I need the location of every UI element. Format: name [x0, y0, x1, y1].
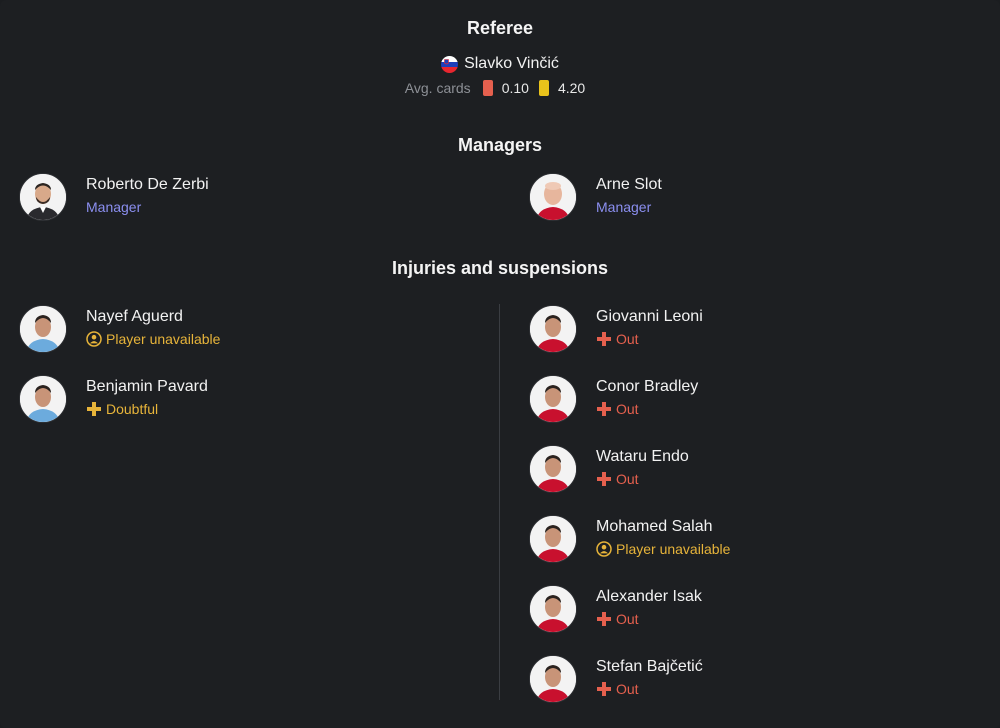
player-status: Out — [596, 680, 703, 698]
player-avatar — [19, 375, 67, 423]
out-cross-icon — [596, 681, 612, 697]
home-injury-row[interactable]: Nayef Aguerd Player unavailable — [19, 305, 220, 353]
referee-name: Slavko Vinčić — [464, 55, 559, 72]
player-avatar — [529, 305, 577, 353]
manager-home[interactable]: Roberto De Zerbi Manager — [19, 173, 209, 221]
referee-heading: Referee — [466, 18, 534, 38]
red-card-icon — [482, 80, 493, 96]
player-status: Player unavailable — [596, 540, 730, 558]
player-status-label: Player unavailable — [616, 541, 731, 557]
manager-home-name: Roberto De Zerbi — [86, 176, 209, 193]
away-injury-row[interactable]: Giovanni Leoni Out — [529, 305, 703, 353]
player-status-label: Out — [616, 471, 639, 487]
managers-heading: Managers — [457, 135, 543, 155]
player-name: Giovanni Leoni — [596, 308, 703, 325]
player-status: Doubtful — [86, 400, 208, 418]
player-status: Out — [596, 610, 702, 628]
player-avatar — [19, 305, 67, 353]
player-status: Out — [596, 400, 698, 418]
out-cross-icon — [596, 611, 612, 627]
away-injury-row[interactable]: Mohamed Salah Player unavailable — [529, 515, 730, 563]
player-status: Player unavailable — [86, 330, 220, 348]
player-status-label: Out — [616, 681, 639, 697]
yellow-card-icon — [538, 80, 549, 96]
player-name: Alexander Isak — [596, 588, 702, 605]
away-injury-row[interactable]: Alexander Isak Out — [529, 585, 702, 633]
home-injury-row[interactable]: Benjamin Pavard Doubtful — [19, 375, 208, 423]
player-avatar — [529, 515, 577, 563]
slovenia-flag-icon — [441, 55, 459, 73]
referee-row[interactable]: Slavko Vinčić — [0, 55, 1000, 73]
red-cards-value: 0.10 — [501, 80, 529, 96]
player-avatar — [529, 585, 577, 633]
player-status-label: Out — [616, 401, 639, 417]
doubtful-cross-icon — [86, 401, 102, 417]
player-avatar — [529, 375, 577, 423]
manager-away[interactable]: Arne Slot Manager — [529, 173, 662, 221]
player-status-label: Out — [616, 331, 639, 347]
player-avatar — [529, 445, 577, 493]
player-status-label: Player unavailable — [106, 331, 221, 347]
away-injury-row[interactable]: Wataru Endo Out — [529, 445, 689, 493]
player-name: Conor Bradley — [596, 378, 699, 395]
player-status-label: Out — [616, 611, 639, 627]
manager-home-role: Manager — [86, 199, 142, 215]
player-status: Out — [596, 330, 703, 348]
out-cross-icon — [596, 401, 612, 417]
player-status-label: Doubtful — [106, 401, 159, 417]
referee-avg-cards: Avg. cards 0.10 4.20 — [0, 80, 1000, 96]
player-name: Benjamin Pavard — [86, 378, 208, 395]
manager-away-role: Manager — [596, 199, 652, 215]
away-injury-row[interactable]: Stefan Bajčetić Out — [529, 655, 703, 703]
out-cross-icon — [596, 471, 612, 487]
player-name: Mohamed Salah — [596, 518, 713, 535]
player-unavailable-icon — [596, 541, 612, 557]
manager-away-avatar — [529, 173, 577, 221]
lineup-panel: Referee Slavko Vinčić Avg. cards 0.10 4.… — [0, 0, 1000, 728]
manager-away-name: Arne Slot — [596, 176, 662, 193]
player-status: Out — [596, 470, 689, 488]
player-unavailable-icon — [86, 331, 102, 347]
player-name: Nayef Aguerd — [86, 308, 183, 325]
avg-cards-label: Avg. cards — [404, 80, 471, 96]
column-divider — [499, 304, 500, 700]
player-name: Stefan Bajčetić — [596, 658, 703, 675]
manager-home-avatar — [19, 173, 67, 221]
player-avatar — [529, 655, 577, 703]
away-injury-row[interactable]: Conor Bradley Out — [529, 375, 698, 423]
injuries-heading: Injuries and suspensions — [391, 258, 609, 278]
yellow-cards-value: 4.20 — [557, 80, 586, 96]
out-cross-icon — [596, 331, 612, 347]
player-name: Wataru Endo — [596, 448, 689, 465]
